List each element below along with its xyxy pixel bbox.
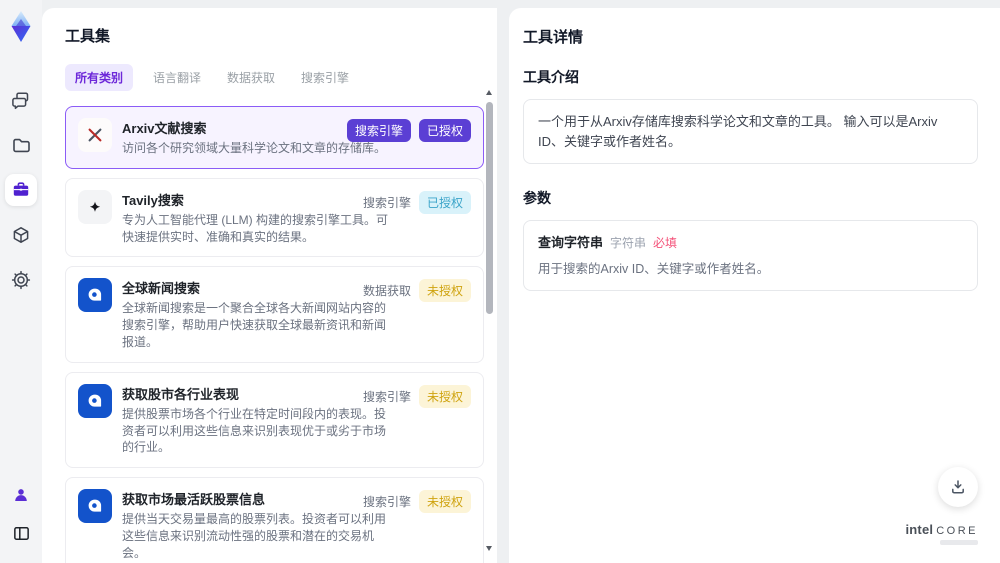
tool-card-sector-performance[interactable]: 获取股市各行业表现 提供股票市场各个行业在特定时间段内的表现。投资者可以利用这些… [65, 371, 484, 469]
category-badge: 搜索引擎 [346, 119, 411, 142]
tool-badges: 搜索引擎 已授权 [346, 119, 471, 142]
tool-name: Tavily搜索 [122, 192, 184, 208]
category-tabs: 所有类别 语言翻译 数据获取 搜索引擎 [65, 64, 484, 91]
parameter-card: 查询字符串 字符串 必填 用于搜索的Arxiv ID、关键字或作者姓名。 [523, 220, 978, 292]
chat-icon [11, 90, 31, 110]
parameter-type: 字符串 [610, 236, 647, 250]
tool-name: 获取市场最活跃股票信息 [122, 492, 266, 508]
tavily-star-icon [78, 189, 112, 224]
cube-icon [11, 225, 31, 245]
tab-data-fetch[interactable]: 数据获取 [221, 64, 281, 91]
download-button[interactable] [938, 467, 978, 507]
tool-name: 全球新闻搜索 [122, 281, 201, 297]
tab-all-categories[interactable]: 所有类别 [65, 64, 134, 91]
news-app-icon [78, 278, 112, 313]
tab-language-translation[interactable]: 语言翻译 [147, 64, 207, 91]
folder-icon [11, 135, 31, 155]
panel-toggle-button[interactable] [5, 517, 37, 549]
tool-card-arxiv[interactable]: Arxiv文献搜索 访问各个研究领域大量科学论文和文章的存储库。 搜索引擎 已授… [65, 106, 484, 169]
tool-badges: 数据获取 未授权 [362, 279, 471, 303]
tools-list-panel: 工具集 所有类别 语言翻译 数据获取 搜索引擎 Arxiv文献搜索 访问各个研究… [42, 8, 497, 563]
tool-card-body: Tavily搜索 专为人工智能代理 (LLM) 构建的搜索引擎工具。可快速提供实… [122, 190, 388, 246]
auth-status-badge: 未授权 [418, 279, 471, 303]
intel-core-logo: intel core [905, 522, 978, 545]
sidebar-item-packages[interactable] [5, 219, 37, 251]
brand-underline [940, 540, 978, 545]
tool-detail-panel: 工具详情 工具介绍 一个用于从Arxiv存储库搜索科学论文和文章的工具。 输入可… [509, 8, 1000, 563]
parameter-required-flag: 必填 [653, 236, 678, 250]
intro-heading: 工具介绍 [523, 69, 579, 85]
parameter-header: 查询字符串 字符串 必填 [538, 233, 963, 253]
tool-card-tavily[interactable]: Tavily搜索 专为人工智能代理 (LLM) 构建的搜索引擎工具。可快速提供实… [65, 177, 484, 258]
sidebar-item-tools[interactable] [5, 174, 37, 206]
category-badge: 数据获取 [362, 284, 411, 299]
tool-card-list: Arxiv文献搜索 访问各个研究领域大量科学论文和文章的存储库。 搜索引擎 已授… [65, 106, 484, 563]
app-logo-icon [6, 8, 36, 46]
params-heading: 参数 [523, 190, 551, 206]
category-badge: 搜索引擎 [362, 495, 411, 510]
tool-intro-text: 一个用于从Arxiv存储库搜索科学论文和文章的工具。 输入可以是Arxiv ID… [523, 99, 978, 164]
sidebar-item-files[interactable] [5, 129, 37, 161]
tool-card-active-stocks[interactable]: 获取市场最活跃股票信息 提供当天交易量最高的股票列表。投资者可以利用这些信息来识… [65, 477, 484, 563]
tool-card-body: 获取股市各行业表现 提供股票市场各个行业在特定时间段内的表现。投资者可以利用这些… [122, 384, 388, 456]
auth-status-badge: 未授权 [418, 384, 471, 408]
detail-title: 工具详情 [523, 29, 584, 46]
tool-description: 访问各个研究领域大量科学论文和文章的存储库。 [122, 141, 387, 155]
tool-badges: 搜索引擎 未授权 [362, 384, 471, 408]
parameter-name: 查询字符串 [538, 235, 604, 250]
sidebar-layout-icon [12, 524, 31, 543]
scrollbar-thumb[interactable] [486, 102, 493, 314]
arxiv-logo-icon [78, 118, 112, 152]
tool-description: 全球新闻搜索是一个聚合全球各大新闻网站内容的搜索引擎，帮助用户快速获取全球最新资… [122, 301, 387, 349]
news-app-icon [78, 383, 112, 418]
tool-description: 提供股票市场各个行业在特定时间段内的表现。投资者可以利用这些信息来识别表现优于或… [122, 406, 387, 455]
gear-icon [11, 270, 31, 290]
download-icon [948, 477, 968, 497]
parameter-description: 用于搜索的Arxiv ID、关键字或作者姓名。 [538, 261, 770, 276]
scroll-down-arrow-icon[interactable] [486, 546, 492, 551]
page-title: 工具集 [65, 28, 111, 45]
tool-card-body: 全球新闻搜索 全球新闻搜索是一个聚合全球各大新闻网站内容的搜索引擎，帮助用户快速… [122, 278, 388, 350]
tab-search-engine[interactable]: 搜索引擎 [295, 64, 355, 91]
sidebar [0, 0, 42, 563]
tool-badges: 搜索引擎 已授权 [362, 190, 471, 214]
sidebar-item-settings[interactable] [5, 264, 37, 296]
auth-status-badge: 已授权 [418, 190, 471, 214]
intel-wordmark: intel [905, 522, 934, 537]
auth-status-badge: 已授权 [418, 119, 471, 142]
core-wordmark: core [936, 525, 978, 537]
sidebar-item-chat[interactable] [5, 84, 37, 116]
tool-description: 提供当天交易量最高的股票列表。投资者可以利用这些信息来识别流动性强的股票和潜在的… [122, 512, 387, 560]
tool-name: 获取股市各行业表现 [122, 386, 240, 402]
tool-card-body: 获取市场最活跃股票信息 提供当天交易量最高的股票列表。投资者可以利用这些信息来识… [122, 489, 388, 561]
tool-description: 专为人工智能代理 (LLM) 构建的搜索引擎工具。可快速提供实时、准确和真实的结… [122, 212, 389, 244]
category-badge: 搜索引擎 [362, 389, 411, 404]
scroll-up-arrow-icon[interactable] [486, 90, 492, 95]
news-app-icon [78, 489, 112, 524]
category-badge: 搜索引擎 [362, 195, 411, 210]
user-avatar-icon [12, 486, 30, 504]
profile-button[interactable] [5, 481, 37, 509]
tool-card-global-news[interactable]: 全球新闻搜索 全球新闻搜索是一个聚合全球各大新闻网站内容的搜索引擎，帮助用户快速… [65, 266, 484, 363]
tool-badges: 搜索引擎 未授权 [362, 490, 471, 514]
auth-status-badge: 未授权 [418, 490, 471, 514]
toolbox-icon [11, 180, 31, 200]
list-scrollbar[interactable] [485, 88, 494, 553]
